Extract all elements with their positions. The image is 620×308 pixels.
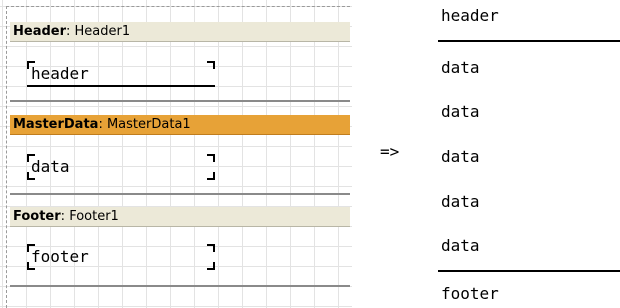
selection-corner: [27, 154, 35, 162]
result-header-rule: [438, 40, 620, 42]
band-type-label: MasterData: [13, 117, 99, 132]
text-object-data[interactable]: data: [27, 152, 215, 182]
selection-corner: [207, 61, 215, 69]
band-header-header[interactable]: Header: Header1: [10, 22, 350, 42]
arrow-symbol: =>: [380, 142, 400, 161]
result-data-row: data: [441, 58, 480, 77]
band-separator: :: [60, 209, 70, 224]
report-result-preview: header data data data data data footer: [438, 0, 620, 308]
text-object-bottom-border: [27, 85, 215, 87]
text-object-header[interactable]: header: [27, 59, 215, 89]
selection-corner: [27, 262, 35, 270]
band-type-label: Footer: [13, 209, 61, 224]
text-object-content: footer: [31, 247, 89, 266]
band-separator: :: [66, 24, 75, 39]
result-data-row: data: [441, 102, 480, 121]
band-name-label: Header1: [74, 24, 131, 39]
band-name-label: Footer1: [69, 209, 119, 224]
selection-corner: [207, 154, 215, 162]
result-data-row: data: [441, 192, 480, 211]
text-object-footer[interactable]: footer: [27, 242, 215, 272]
band-type-label: Header: [13, 24, 67, 39]
selection-corner: [207, 172, 215, 180]
band-header-footer[interactable]: Footer: Footer1: [10, 207, 350, 227]
text-object-content: data: [31, 157, 70, 176]
selection-corner: [27, 61, 35, 69]
result-data-row: data: [441, 147, 480, 166]
band-header-masterdata[interactable]: MasterData: MasterData1: [10, 115, 350, 135]
text-object-content: header: [31, 64, 89, 83]
result-data-row: data: [441, 236, 480, 255]
result-footer-text: footer: [441, 284, 499, 303]
band-name-label: MasterData1: [106, 117, 191, 132]
selection-corner: [27, 244, 35, 252]
selection-corner: [207, 262, 215, 270]
selection-corner: [27, 172, 35, 180]
selection-corner: [207, 244, 215, 252]
report-designer-canvas[interactable]: Header: Header1 header MasterData: Maste…: [0, 0, 352, 308]
result-header-text: header: [441, 6, 499, 25]
band-separator: :: [98, 117, 107, 132]
result-footer-rule: [438, 270, 620, 272]
